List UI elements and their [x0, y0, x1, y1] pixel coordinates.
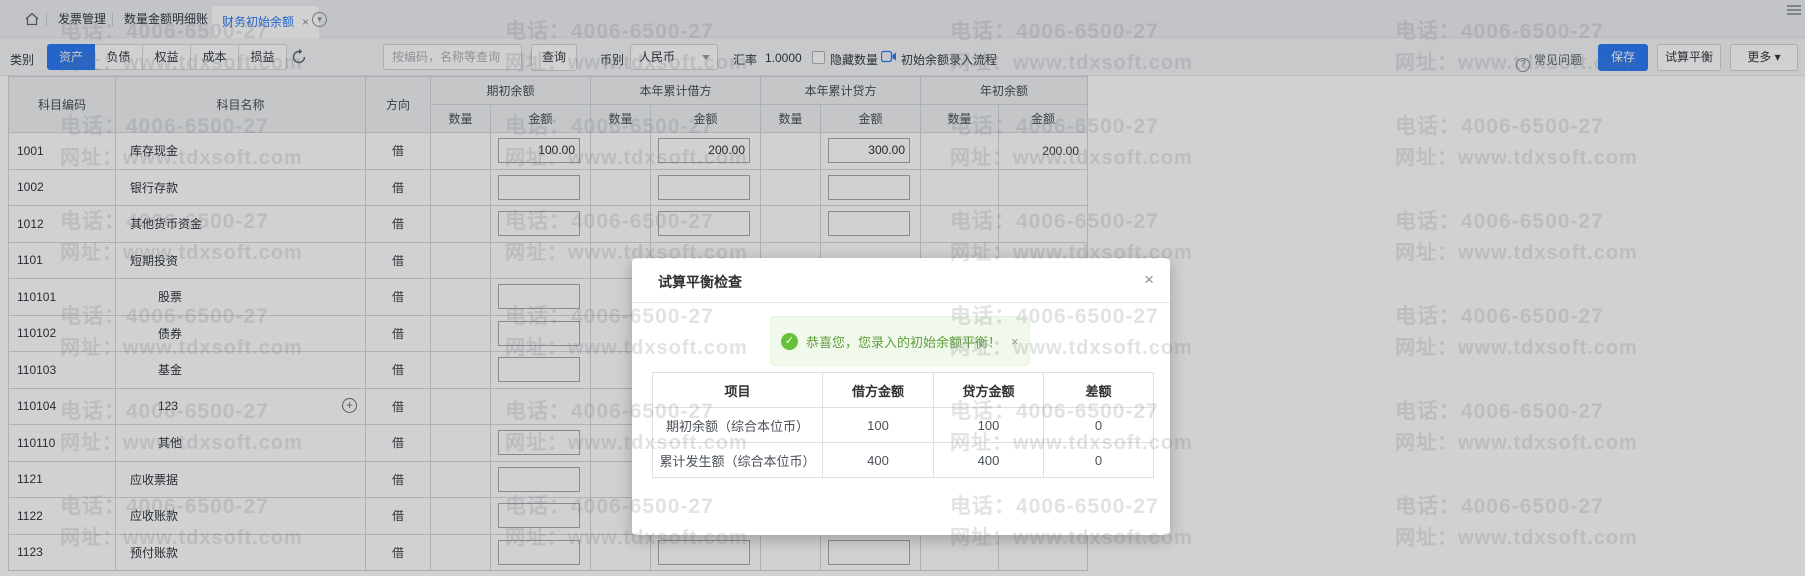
summary-credit: 400 — [934, 443, 1044, 478]
summary-diff: 0 — [1044, 443, 1154, 478]
summary-col-item: 项目 — [653, 373, 823, 408]
success-alert: ✓ 恭喜您，您录入的初始余额平衡！ × — [770, 316, 1030, 366]
success-check-icon: ✓ — [781, 333, 798, 350]
summary-credit: 100 — [934, 408, 1044, 443]
summary-row: 期初余额（综合本位币）1001000 — [653, 408, 1154, 443]
summary-item: 期初余额（综合本位币） — [653, 408, 823, 443]
summary-col-diff: 差额 — [1044, 373, 1154, 408]
dialog-title: 试算平衡检查 — [658, 272, 742, 292]
summary-col-credit: 贷方金额 — [934, 373, 1044, 408]
summary-row: 累计发生额（综合本位币）4004000 — [653, 443, 1154, 478]
summary-diff: 0 — [1044, 408, 1154, 443]
dialog-header: 试算平衡检查 × — [632, 258, 1170, 303]
summary-debit: 400 — [823, 443, 934, 478]
trial-balance-dialog: 试算平衡检查 × ✓ 恭喜您，您录入的初始余额平衡！ × 项目 借方金额 贷方金… — [632, 258, 1170, 535]
summary-col-debit: 借方金额 — [823, 373, 934, 408]
balance-summary-table: 项目 借方金额 贷方金额 差额 期初余额（综合本位币）1001000累计发生额（… — [652, 372, 1154, 478]
dialog-close-icon[interactable]: × — [1144, 270, 1154, 290]
success-message: 恭喜您，您录入的初始余额平衡！ — [806, 332, 1001, 351]
summary-debit: 100 — [823, 408, 934, 443]
summary-item: 累计发生额（综合本位币） — [653, 443, 823, 478]
app-window: 发票管理 数量金额明细账 财务初始余额× ▾ 类别 资产负债权益成本损益 查询 … — [0, 0, 1805, 576]
alert-close-icon[interactable]: × — [1011, 334, 1019, 349]
